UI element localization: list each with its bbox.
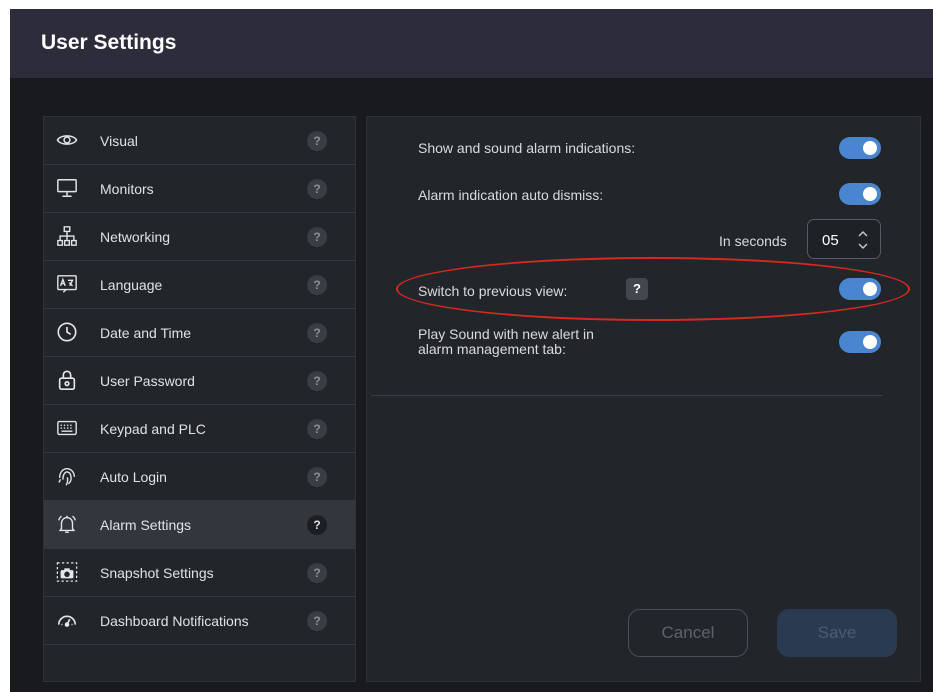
switch-previous-view-label: Switch to previous view: — [418, 283, 568, 299]
cancel-button[interactable]: Cancel — [628, 609, 748, 657]
sidebar-item-dashboard-notifications[interactable]: Dashboard Notifications ? — [44, 597, 355, 645]
help-icon[interactable]: ? — [307, 419, 327, 439]
toggle-knob — [863, 141, 877, 155]
help-icon[interactable]: ? — [307, 611, 327, 631]
switch-previous-view-help-icon[interactable]: ? — [626, 278, 648, 300]
bell-icon — [56, 513, 78, 535]
clock-icon — [56, 321, 78, 343]
help-icon[interactable]: ? — [307, 563, 327, 583]
lock-icon — [56, 369, 78, 391]
settings-sidebar: Visual ? Monitors ? Networking ? Languag… — [43, 116, 356, 682]
help-icon[interactable]: ? — [307, 467, 327, 487]
sidebar-item-label: Alarm Settings — [100, 517, 192, 533]
sidebar-item-language[interactable]: Language ? — [44, 261, 355, 309]
sidebar-item-keypad-plc[interactable]: Keypad and PLC ? — [44, 405, 355, 453]
eye-icon — [56, 129, 78, 151]
sidebar-item-label: Keypad and PLC — [100, 421, 206, 437]
sidebar-item-label: Networking — [100, 229, 171, 245]
sidebar-item-label: Language — [100, 277, 163, 293]
help-icon[interactable]: ? — [307, 515, 327, 535]
sidebar-item-snapshot-settings[interactable]: Snapshot Settings ? — [44, 549, 355, 597]
sidebar-item-user-password[interactable]: User Password ? — [44, 357, 355, 405]
sidebar-item-label: Visual — [100, 133, 138, 149]
page-title: User Settings — [41, 31, 177, 54]
in-seconds-label: In seconds — [719, 233, 787, 249]
help-icon[interactable]: ? — [307, 323, 327, 343]
network-icon — [56, 225, 78, 247]
seconds-value: 05 — [822, 232, 839, 249]
toggle-knob — [863, 335, 877, 349]
title-bar: User Settings — [10, 9, 933, 78]
stepper-arrows-icon[interactable] — [856, 226, 870, 254]
sidebar-item-label: Auto Login — [100, 469, 167, 485]
show-sound-alarm-label: Show and sound alarm indications: — [418, 140, 636, 156]
toggle-knob — [863, 282, 877, 296]
user-settings-window: User Settings Visual ? Monitors ? Networ… — [10, 9, 933, 692]
camera-icon — [56, 561, 78, 583]
keyboard-icon — [56, 417, 78, 439]
play-sound-label: Play Sound with new alert in alarm manag… — [418, 327, 594, 357]
sidebar-item-label: Snapshot Settings — [100, 565, 214, 581]
play-sound-label-line1: Play Sound with new alert in — [418, 326, 594, 342]
show-sound-alarm-toggle[interactable] — [839, 137, 881, 159]
sidebar-item-date-time[interactable]: Date and Time ? — [44, 309, 355, 357]
help-icon[interactable]: ? — [307, 227, 327, 247]
play-sound-toggle[interactable] — [839, 331, 881, 353]
sidebar-item-networking[interactable]: Networking ? — [44, 213, 355, 261]
help-icon[interactable]: ? — [307, 275, 327, 295]
switch-previous-view-toggle[interactable] — [839, 278, 881, 300]
help-icon[interactable]: ? — [307, 371, 327, 391]
sidebar-item-visual[interactable]: Visual ? — [44, 117, 355, 165]
section-divider — [371, 395, 883, 396]
help-icon[interactable]: ? — [307, 179, 327, 199]
sidebar-item-label: User Password — [100, 373, 195, 389]
sidebar-item-label: Dashboard Notifications — [100, 613, 249, 629]
help-icon[interactable]: ? — [307, 131, 327, 151]
seconds-stepper[interactable]: 05 — [807, 219, 881, 259]
fingerprint-icon — [56, 465, 78, 487]
play-sound-label-line2: alarm management tab: — [418, 341, 566, 357]
save-button[interactable]: Save — [777, 609, 897, 657]
sidebar-item-auto-login[interactable]: Auto Login ? — [44, 453, 355, 501]
sidebar-item-label: Monitors — [100, 181, 154, 197]
auto-dismiss-label: Alarm indication auto dismiss: — [418, 187, 604, 203]
alarm-settings-panel: Show and sound alarm indications: Alarm … — [366, 116, 921, 682]
toggle-knob — [863, 187, 877, 201]
dashboard-icon — [56, 609, 78, 631]
monitor-icon — [56, 177, 78, 199]
auto-dismiss-toggle[interactable] — [839, 183, 881, 205]
sidebar-item-monitors[interactable]: Monitors ? — [44, 165, 355, 213]
sidebar-item-alarm-settings[interactable]: Alarm Settings ? — [44, 501, 355, 549]
language-icon — [56, 273, 78, 295]
sidebar-item-label: Date and Time — [100, 325, 192, 341]
